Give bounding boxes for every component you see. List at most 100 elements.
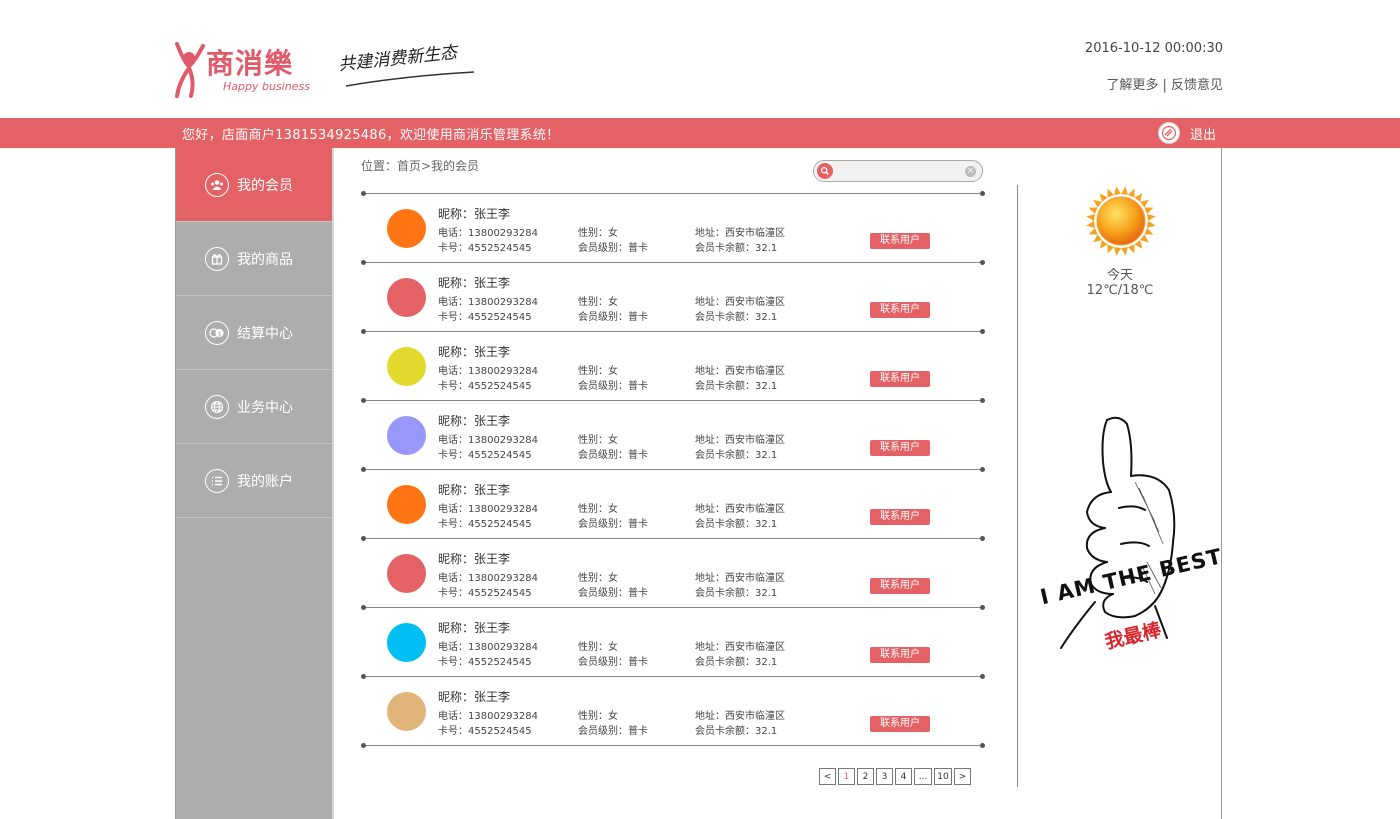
member-nickname: 昵称：张王李: [438, 207, 511, 221]
pager-page-button[interactable]: 3: [876, 768, 893, 785]
sidebar-item-members[interactable]: 我的会员: [176, 148, 332, 222]
contact-user-button[interactable]: 联系用户: [870, 233, 930, 249]
sidebar-item-label: 我的账户: [237, 473, 293, 490]
frame-right-border: [1221, 148, 1222, 819]
search-icon: [820, 166, 829, 175]
member-phone: 电话：13800293284: [438, 228, 538, 239]
clear-search-icon[interactable]: ×: [965, 166, 976, 177]
contact-user-button[interactable]: 联系用户: [870, 302, 930, 318]
coins-icon: $: [205, 320, 229, 345]
header-links: 了解更多 | 反馈意见: [1040, 74, 1223, 93]
member-card-number: 卡号：4552524545: [438, 312, 532, 323]
member-card-number: 卡号：4552524545: [438, 450, 532, 461]
feedback-link[interactable]: 反馈意见: [1171, 78, 1223, 93]
datetime: 2016-10-12 00:00:30: [1084, 41, 1223, 56]
gift-icon: [205, 246, 229, 271]
member-card-number: 卡号：4552524545: [438, 381, 532, 392]
contact-user-button[interactable]: 联系用户: [870, 647, 930, 663]
member-balance: 会员卡余额：32.1: [695, 726, 778, 737]
member-phone: 电话：13800293284: [438, 366, 538, 377]
search-button[interactable]: [817, 163, 833, 179]
sidebar-item-label: 结算中心: [237, 325, 293, 342]
pagination: <1 2 3 4... 10 >: [819, 768, 973, 785]
member-balance: 会员卡余额：32.1: [695, 657, 778, 668]
list-icon: [205, 468, 229, 493]
pager-page-button[interactable]: ...: [914, 768, 932, 785]
member-avatar: [387, 623, 426, 662]
contact-user-button[interactable]: 联系用户: [870, 371, 930, 387]
member-address: 地址：西安市临潼区: [695, 297, 785, 308]
sidebar-item-account[interactable]: 我的账户: [176, 444, 332, 518]
link-separator: |: [1158, 78, 1171, 93]
sidebar-item-settlement[interactable]: $ 结算中心: [176, 296, 332, 370]
logo: 商消樂 Happy business: [175, 38, 325, 102]
member-avatar: [387, 209, 426, 248]
member-gender: 性别：女: [578, 435, 618, 446]
member-nickname: 昵称：张王李: [438, 621, 511, 635]
sidebar-item-business[interactable]: 业务中心: [176, 370, 332, 444]
sidebar-item-label: 我的商品: [237, 251, 293, 268]
pager-next-button[interactable]: >: [954, 768, 971, 785]
member-balance: 会员卡余额：32.1: [695, 312, 778, 323]
member-avatar: [387, 485, 426, 524]
member-avatar: [387, 416, 426, 455]
pager-prev-button[interactable]: <: [819, 768, 836, 785]
member-gender: 性别：女: [578, 711, 618, 722]
member-nickname: 昵称：张王李: [438, 690, 511, 704]
pager-page-button[interactable]: 10: [934, 768, 952, 785]
member-avatar: [387, 554, 426, 593]
member-phone: 电话：13800293284: [438, 504, 538, 515]
contact-user-button[interactable]: 联系用户: [870, 509, 930, 525]
logout-icon: [1158, 122, 1180, 144]
sidebar-item-goods[interactable]: 我的商品: [176, 222, 332, 296]
member-phone: 电话：13800293284: [438, 711, 538, 722]
learn-more-link[interactable]: 了解更多: [1106, 78, 1158, 93]
member-row: 昵称：张王李 电话：13800293284 卡号：4552524545 性别：女 会员级…: [362, 538, 984, 607]
member-level: 会员级别：普卡: [578, 726, 648, 737]
right-divider: [1017, 185, 1018, 787]
member-card-number: 卡号：4552524545: [438, 243, 532, 254]
member-address: 地址：西安市临潼区: [695, 642, 785, 653]
sidebar: 我的会员 我的商品 $ 结算中心 业务中心 我的账户: [176, 148, 332, 819]
member-card-number: 卡号：4552524545: [438, 657, 532, 668]
member-level: 会员级别：普卡: [578, 519, 648, 530]
logout-label: 退出: [1190, 127, 1217, 143]
member-card-number: 卡号：4552524545: [438, 519, 532, 530]
member-avatar: [387, 692, 426, 731]
member-phone: 电话：13800293284: [438, 435, 538, 446]
member-level: 会员级别：普卡: [578, 312, 648, 323]
member-gender: 性别：女: [578, 228, 618, 239]
breadcrumb: 位置：首页>我的会员: [361, 159, 480, 173]
pager-page-button[interactable]: 2: [857, 768, 874, 785]
member-balance: 会员卡余额：32.1: [695, 243, 778, 254]
contact-user-button[interactable]: 联系用户: [870, 578, 930, 594]
contact-user-button[interactable]: 联系用户: [870, 440, 930, 456]
pager-page-button[interactable]: 1: [838, 768, 855, 785]
member-row: 昵称：张王李电话：13800293284 卡号：4552524545 性别：女会员级…: [362, 193, 984, 262]
member-row: 昵称：张王李 电话：13800293284 卡号：4552524545 性别：女 会员级…: [362, 262, 984, 331]
weather-label: 今天: [1106, 268, 1133, 283]
member-balance: 会员卡余额：32.1: [695, 450, 778, 461]
contact-user-button[interactable]: 联系用户: [870, 716, 930, 732]
weather-temperature: 12℃/18℃: [1086, 283, 1154, 298]
member-row: 昵称：张王李 电话：13800293284 卡号：4552524545 性别：女 会员级…: [362, 400, 984, 469]
search-input[interactable]: [840, 163, 960, 179]
member-balance: 会员卡余额：32.1: [695, 519, 778, 530]
member-address: 地址：西安市临潼区: [695, 228, 785, 239]
member-balance: 会员卡余额：32.1: [695, 588, 778, 599]
member-gender: 性别：女: [578, 504, 618, 515]
member-phone: 电话：13800293284: [438, 573, 538, 584]
member-row: 昵称：张王李 电话：13800293284 卡号：4552524545 性别：女 会员级…: [362, 469, 984, 538]
pager-page-button[interactable]: 4: [895, 768, 912, 785]
svg-text:$: $: [218, 330, 222, 337]
member-level: 会员级别：普卡: [578, 381, 648, 392]
logo-subtext: Happy business: [223, 80, 310, 93]
member-balance: 会员卡余额：32.1: [695, 381, 778, 392]
member-level: 会员级别：普卡: [578, 450, 648, 461]
member-card-number: 卡号：4552524545: [438, 726, 532, 737]
logo-text: 商消樂: [206, 47, 294, 80]
member-level: 会员级别：普卡: [578, 243, 648, 254]
member-avatar: [387, 278, 426, 317]
logout-button[interactable]: 退出: [1158, 120, 1216, 146]
member-card-number: 卡号：4552524545: [438, 588, 532, 599]
